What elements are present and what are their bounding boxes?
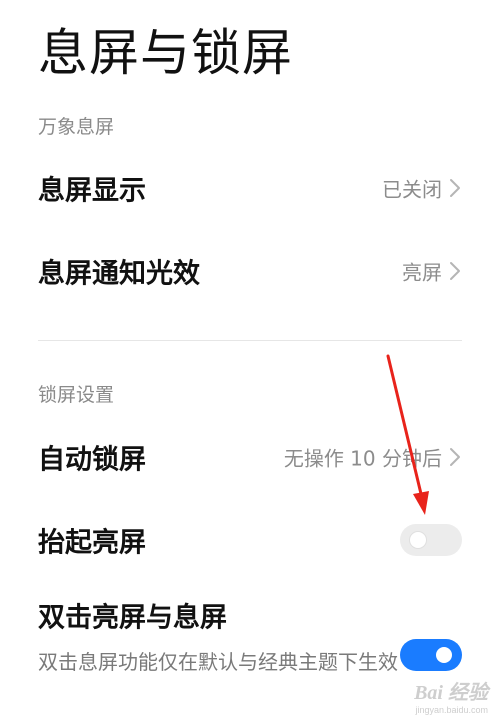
toggle-knob (436, 647, 452, 663)
section-header-aod: 万象息屏 (38, 116, 115, 138)
auto-lock-row[interactable]: 自动锁屏 无操作 10 分钟后 (0, 427, 500, 487)
toggle-knob (410, 532, 426, 548)
section-header-lock: 锁屏设置 (38, 384, 115, 406)
settings-page: 息屏与锁屏 万象息屏 息屏显示 已关闭 息屏通知光效 亮屏 锁屏设置 自动锁屏 … (0, 0, 500, 723)
chevron-right-icon (450, 262, 460, 280)
section-divider (38, 340, 462, 341)
auto-lock-value: 无操作 10 分钟后 (283, 446, 442, 471)
raise-to-wake-toggle[interactable] (400, 524, 462, 556)
watermark-logo: Bai 经验 (414, 682, 488, 704)
aod-notification-light-row[interactable]: 息屏通知光效 亮屏 (0, 241, 500, 301)
double-tap-row: 双击亮屏与息屏 (0, 593, 500, 637)
aod-display-label: 息屏显示 (38, 175, 146, 207)
aod-display-row[interactable]: 息屏显示 已关闭 (0, 158, 500, 218)
double-tap-label: 双击亮屏与息屏 (38, 602, 227, 634)
raise-to-wake-label: 抬起亮屏 (38, 527, 146, 559)
page-title: 息屏与锁屏 (38, 24, 293, 82)
aod-notification-light-value: 亮屏 (402, 260, 442, 285)
chevron-right-icon (450, 448, 460, 466)
aod-notification-light-label: 息屏通知光效 (38, 258, 200, 290)
double-tap-description: 双击息屏功能仅在默认与经典主题下生效 (38, 650, 398, 674)
watermark-url: jingyan.baidu.com (415, 705, 488, 715)
chevron-right-icon (450, 179, 460, 197)
aod-display-value: 已关闭 (382, 177, 442, 202)
watermark: Bai 经验 jingyan.baidu.com (414, 676, 488, 715)
double-tap-toggle[interactable] (400, 639, 462, 671)
auto-lock-label: 自动锁屏 (38, 444, 146, 476)
